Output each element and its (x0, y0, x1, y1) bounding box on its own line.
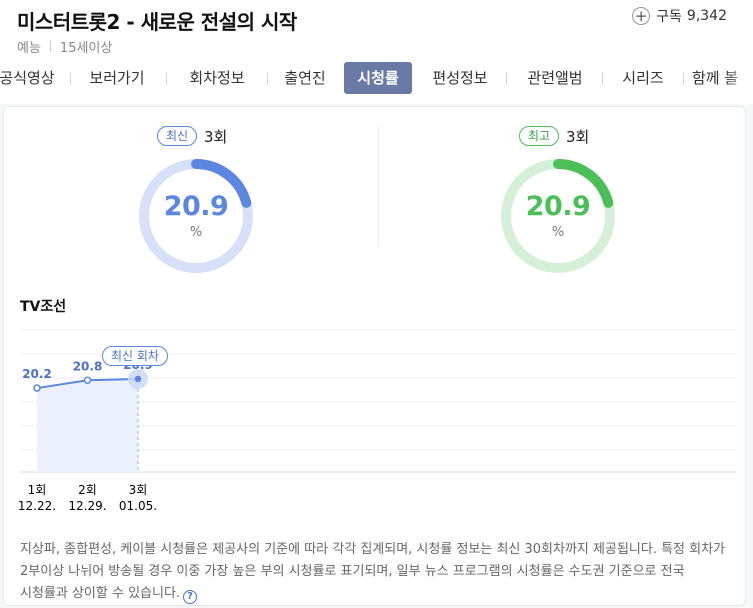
data-label: 20.8 (73, 359, 103, 373)
x-tick-episode: 2회 (78, 483, 97, 497)
latest-episode-tag: 최신 회차 (102, 346, 168, 366)
x-tick-episode: 1회 (28, 483, 47, 497)
x-tick-date: 12.29. (68, 499, 106, 513)
x-tick-date: 01.05. (119, 499, 157, 513)
ratings-line-chart: 20.21회12.22.20.82회12.29.20.93회01.05. (18, 329, 736, 513)
ratings-notice: 지상파, 종합편성, 케이블 시청률은 제공사의 기준에 따라 각각 집계되며,… (20, 539, 736, 605)
x-tick-date: 12.22. (18, 499, 56, 513)
question-circle-icon[interactable]: ? (183, 590, 198, 604)
area-fill (37, 378, 138, 472)
data-label: 20.2 (22, 367, 52, 381)
data-point (83, 376, 92, 385)
data-point (33, 384, 41, 392)
x-tick-episode: 3회 (129, 483, 148, 497)
data-point (134, 375, 142, 383)
ratings-notice-text: 지상파, 종합편성, 케이블 시청률은 제공사의 기준에 따라 각각 집계되며,… (20, 542, 726, 601)
